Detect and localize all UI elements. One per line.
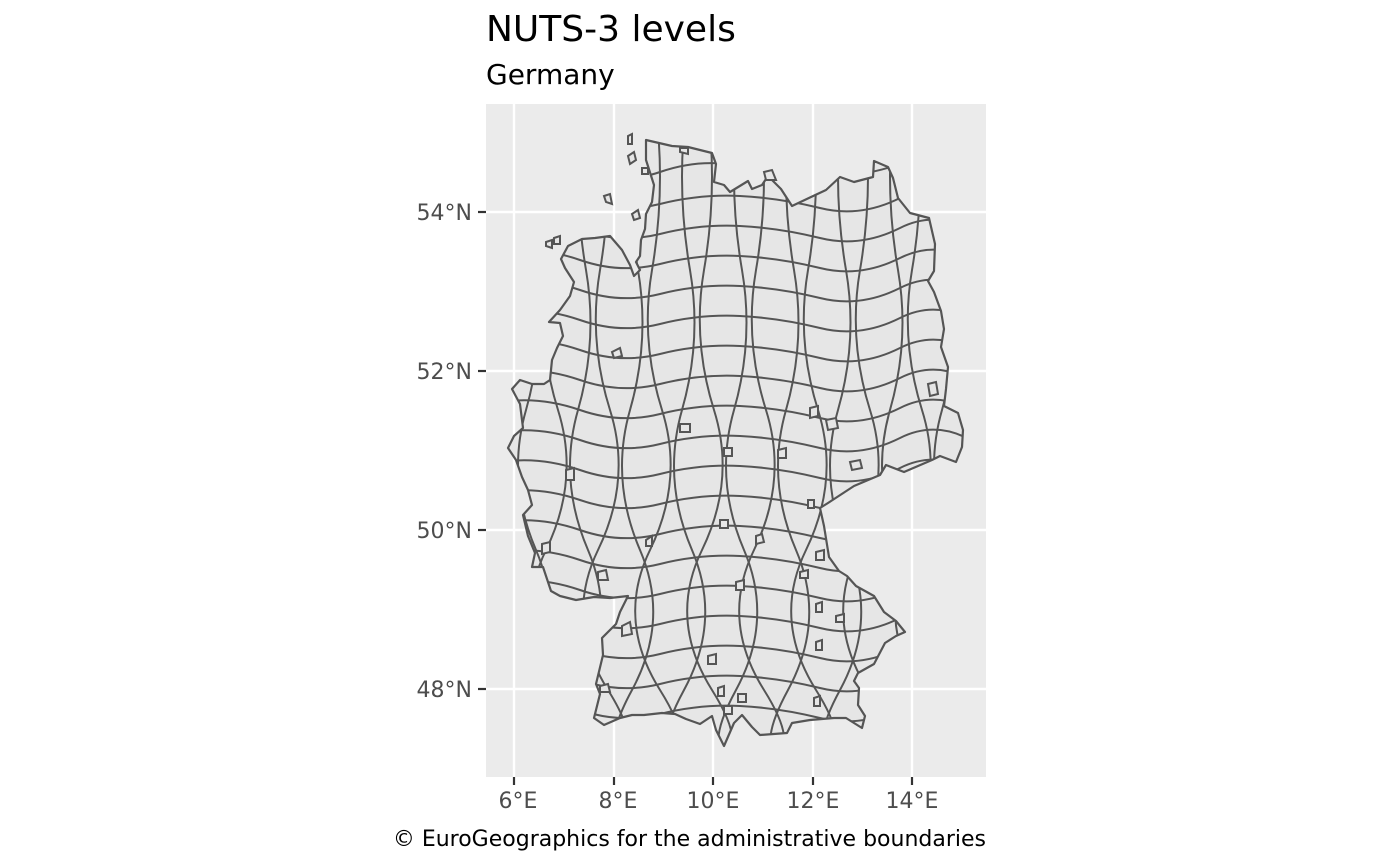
y-tick-label-50n: 50°N xyxy=(417,519,472,544)
x-tick-label-14e: 14°E xyxy=(886,789,939,814)
x-tick-label-8e: 8°E xyxy=(599,789,638,814)
y-axis: 54°N 52°N 50°N 48°N xyxy=(417,201,486,703)
y-tick-label-52n: 52°N xyxy=(417,360,472,385)
y-tick-label-48n: 48°N xyxy=(417,678,472,703)
map-subtitle: Germany xyxy=(486,58,615,91)
x-tick-label-10e: 10°E xyxy=(687,789,740,814)
x-tick-label-12e: 12°E xyxy=(787,789,840,814)
map-title: NUTS-3 levels xyxy=(486,9,736,50)
x-axis: 6°E 8°E 10°E 12°E 14°E xyxy=(499,777,939,814)
map-caption: © EuroGeographics for the administrative… xyxy=(393,827,986,852)
x-tick-label-6e: 6°E xyxy=(499,789,538,814)
map-figure: NUTS-3 levels Germany 54°N 52°N 50°N 48°… xyxy=(393,9,986,852)
y-tick-label-54n: 54°N xyxy=(417,201,472,226)
